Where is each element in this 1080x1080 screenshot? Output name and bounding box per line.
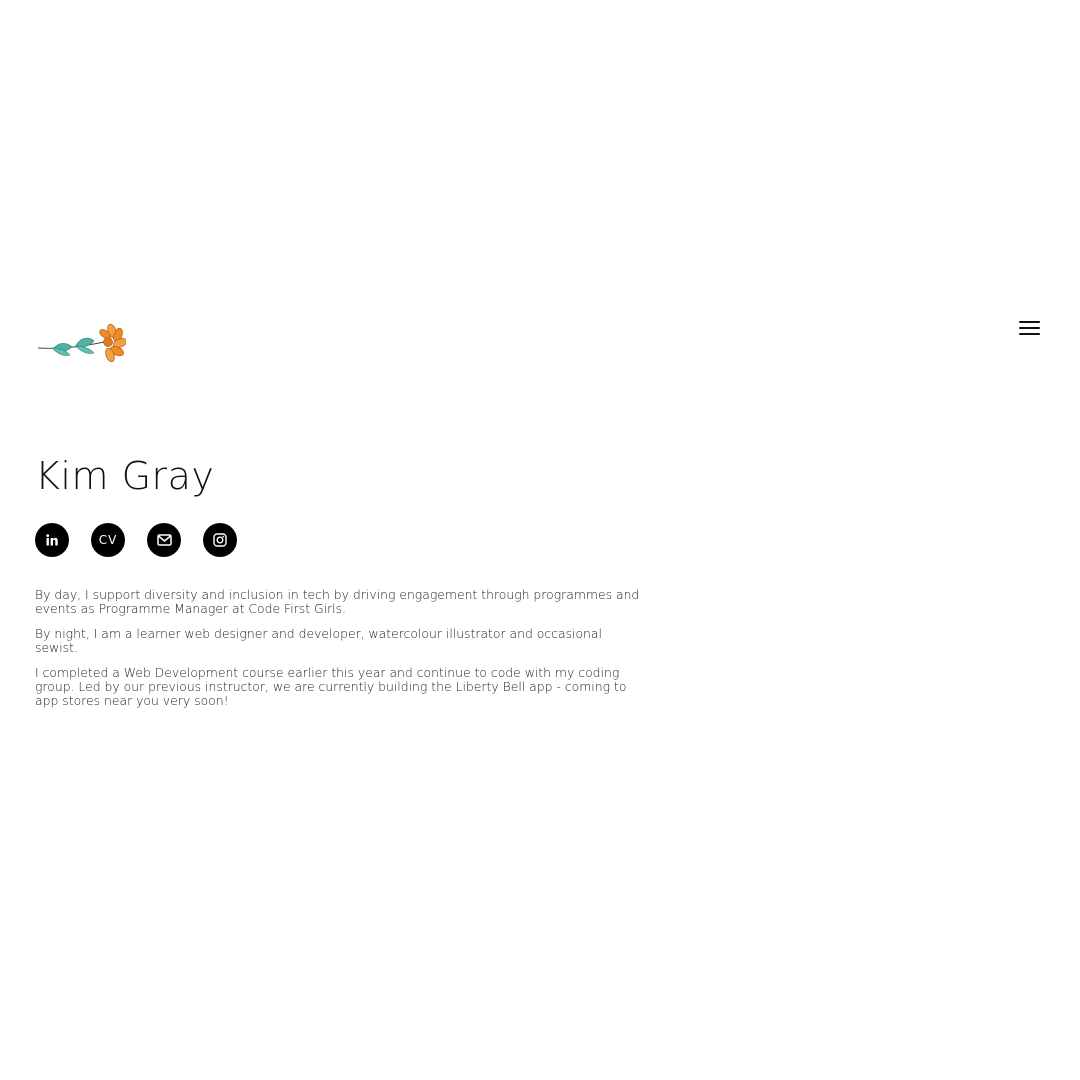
menu-bar	[1019, 327, 1040, 330]
page-title: Kim Gray	[35, 454, 215, 498]
linkedin-icon	[46, 534, 58, 546]
bio-paragraph: I completed a Web Development course ear…	[35, 665, 627, 708]
linkedin-button[interactable]	[35, 523, 69, 557]
page: Kim Gray CV By day, I support diversity …	[0, 0, 1080, 1080]
bio: By day, I support diversity and inclusio…	[35, 588, 645, 719]
cv-icon: CV	[98, 533, 118, 547]
instagram-button[interactable]	[203, 523, 237, 557]
bio-paragraph: By day, I support diversity and inclusio…	[35, 587, 640, 616]
hamburger-menu-icon[interactable]	[1014, 314, 1044, 342]
flower-sprig-logo[interactable]	[36, 322, 126, 366]
mail-icon	[156, 534, 172, 546]
social-links: CV	[35, 523, 237, 557]
bio-paragraph: By night, I am a learner web designer an…	[35, 626, 602, 655]
menu-bar	[1019, 333, 1040, 336]
menu-bar	[1019, 321, 1040, 324]
instagram-icon	[213, 533, 227, 547]
email-button[interactable]	[147, 523, 181, 557]
cv-button[interactable]: CV	[91, 523, 125, 557]
